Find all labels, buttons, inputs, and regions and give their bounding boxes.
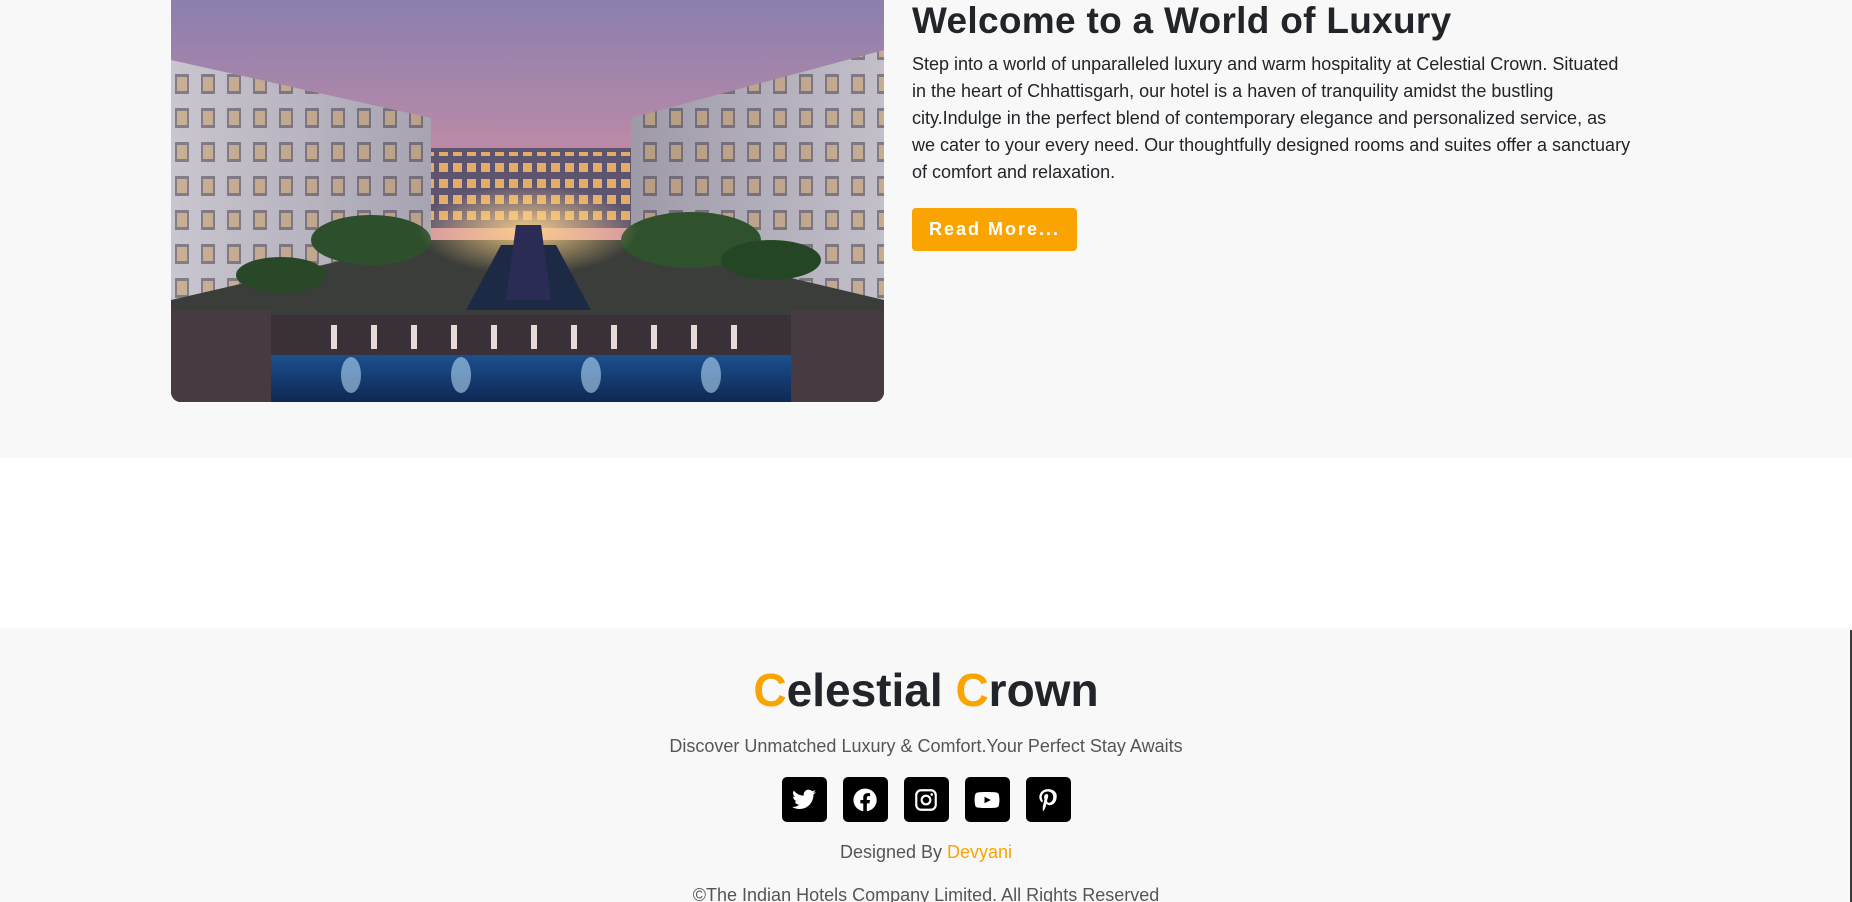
brand-initial-1: C [753, 664, 787, 716]
instagram-link[interactable] [903, 777, 949, 822]
hotel-courtyard-illustration [171, 0, 884, 402]
social-links [0, 777, 1852, 822]
brand-rest-1: elestial [786, 664, 956, 716]
twitter-icon [792, 789, 816, 809]
about-section: Welcome to a World of Luxury Step into a… [0, 0, 1852, 458]
blank-spacer [0, 458, 1852, 628]
pinterest-link[interactable] [1025, 777, 1071, 822]
facebook-icon [853, 788, 877, 811]
about-heading: Welcome to a World of Luxury [912, 0, 1452, 41]
footer: Celestial Crown Discover Unmatched Luxur… [0, 628, 1852, 902]
designer-name: Devyani [947, 842, 1013, 862]
hotel-courtyard-image [171, 0, 884, 402]
brand-initial-2: C [955, 664, 989, 716]
copyright-text: ©The Indian Hotels Company Limited. All … [692, 885, 1160, 902]
about-text-block: Welcome to a World of Luxury Step into a… [912, 0, 1632, 251]
youtube-icon [974, 791, 1000, 808]
twitter-link[interactable] [781, 777, 827, 822]
pinterest-icon [1039, 788, 1057, 811]
footer-brand: Celestial Crown [0, 664, 1852, 716]
instagram-icon [915, 788, 937, 811]
designed-by: Designed By Devyani [0, 841, 1852, 863]
read-more-button[interactable]: Read More... [912, 208, 1078, 251]
facebook-link[interactable] [842, 777, 888, 822]
footer-tagline: Discover Unmatched Luxury & Comfort.Your… [669, 736, 1183, 756]
designed-by-prefix: Designed By [839, 842, 948, 862]
about-description: Step into a world of unparalleled luxury… [912, 54, 1631, 182]
brand-rest-2: rown [988, 664, 1099, 716]
youtube-link[interactable] [964, 777, 1010, 822]
